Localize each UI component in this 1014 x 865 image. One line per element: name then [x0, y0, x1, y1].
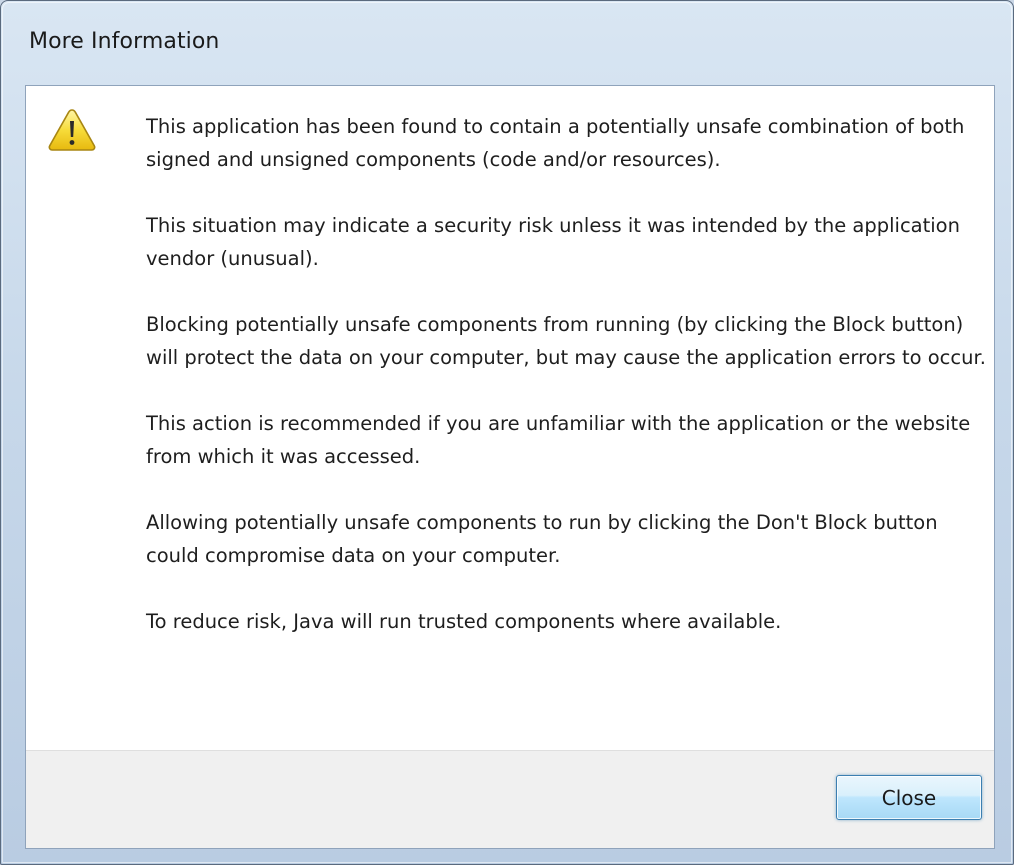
warning-icon: [48, 108, 96, 152]
dialog-window: More Information This application has be…: [0, 0, 1014, 865]
dialog-client-area: This application has been found to conta…: [25, 85, 995, 849]
message-paragraph: This situation may indicate a security r…: [146, 214, 960, 270]
message-text: This application has been found to conta…: [146, 110, 988, 638]
message-paragraph: To reduce risk, Java will run trusted co…: [146, 610, 782, 633]
message-paragraph: Blocking potentially unsafe components f…: [146, 313, 986, 369]
close-button[interactable]: Close: [836, 775, 982, 820]
title-bar[interactable]: More Information: [1, 1, 1013, 85]
dialog-title: More Information: [29, 29, 220, 54]
button-bar: Close: [26, 750, 994, 848]
message-paragraph: This action is recommended if you are un…: [146, 412, 971, 468]
message-area: This application has been found to conta…: [26, 86, 994, 750]
message-paragraph: Allowing potentially unsafe components t…: [146, 511, 938, 567]
message-paragraph: This application has been found to conta…: [146, 115, 965, 171]
